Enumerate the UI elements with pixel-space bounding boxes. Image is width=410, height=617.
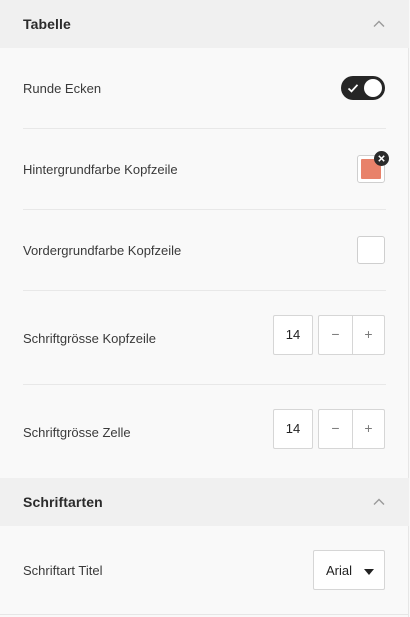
cell-font-size-stepper: − + — [318, 409, 385, 449]
divider — [23, 128, 386, 129]
chevron-up-icon[interactable] — [372, 495, 386, 509]
cell-font-size-label: Schriftgrösse Zelle — [23, 425, 131, 440]
section-title: Schriftarten — [23, 494, 103, 510]
rounded-corners-label: Runde Ecken — [23, 81, 102, 96]
toggle-knob — [364, 79, 382, 97]
increment-button[interactable]: + — [352, 316, 385, 354]
decrement-button[interactable]: − — [319, 410, 353, 448]
header-font-size-input[interactable]: 14 — [273, 315, 313, 355]
header-bg-color-label: Hintergrundfarbe Kopfzeile — [23, 162, 178, 177]
check-icon — [347, 84, 359, 93]
divider — [23, 290, 386, 291]
divider — [23, 384, 386, 385]
caret-down-icon — [364, 569, 374, 575]
close-icon — [378, 155, 385, 162]
color-fill — [361, 240, 381, 260]
header-font-size-label: Schriftgrösse Kopfzeile — [23, 331, 156, 346]
decrement-button[interactable]: − — [319, 316, 353, 354]
title-font-select[interactable]: Arial — [313, 550, 385, 590]
cell-font-size-input[interactable]: 14 — [273, 409, 313, 449]
section-header-schriftarten[interactable]: Schriftarten — [0, 478, 409, 526]
settings-panel: Tabelle Runde Ecken Hintergrundfarbe Kop… — [0, 0, 409, 617]
rounded-corners-toggle[interactable] — [341, 76, 385, 100]
header-fg-color-swatch[interactable] — [357, 236, 385, 264]
clear-color-button[interactable] — [374, 151, 389, 166]
section-title: Tabelle — [23, 16, 71, 32]
increment-button[interactable]: + — [352, 410, 385, 448]
select-value: Arial — [326, 563, 353, 578]
chevron-up-icon[interactable] — [372, 17, 386, 31]
divider — [23, 209, 386, 210]
divider — [0, 614, 409, 615]
section-header-tabelle[interactable]: Tabelle — [0, 0, 409, 48]
header-font-size-stepper: − + — [318, 315, 385, 355]
header-fg-color-label: Vordergrundfarbe Kopfzeile — [23, 243, 182, 258]
title-font-label: Schriftart Titel — [23, 563, 103, 578]
